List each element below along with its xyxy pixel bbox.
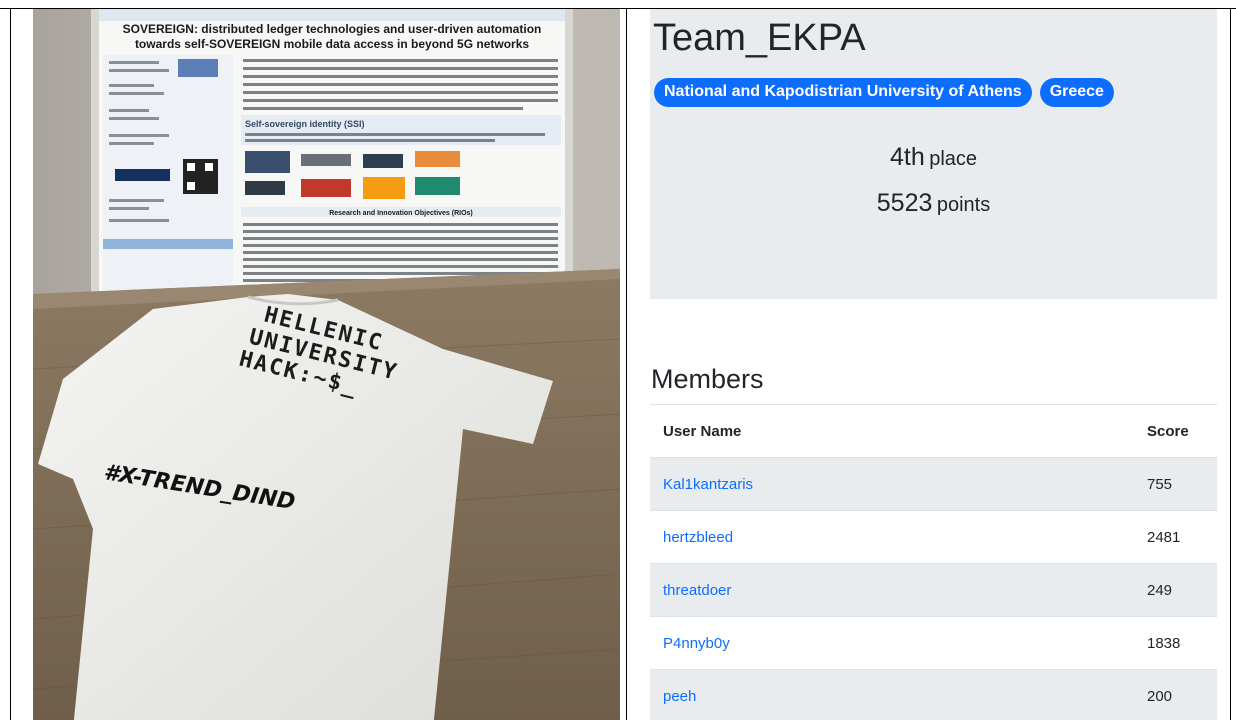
frame-middle-border: [626, 8, 627, 720]
rank-label: place: [929, 148, 978, 170]
hackathon-photo: SOVEREIGN: distributed ledger technologi…: [33, 9, 620, 720]
team-page: Team_EKPA National and Kapodistrian Univ…: [650, 9, 1217, 720]
table-row: peeh 200: [650, 669, 1217, 720]
table-row: threatdoer 249: [650, 563, 1217, 617]
country-badge: Greece: [1039, 78, 1114, 107]
members-heading: Members: [651, 364, 764, 394]
members-table: User Name Score Kal1kantzaris 755 hertzb…: [650, 404, 1217, 720]
member-username-link[interactable]: threatdoer: [650, 563, 1134, 617]
member-username-link[interactable]: peeh: [650, 669, 1134, 720]
member-score: 2481: [1134, 510, 1217, 564]
points-label: points: [936, 194, 991, 216]
photo-illustration: SOVEREIGN: distributed ledger technologi…: [33, 9, 620, 720]
team-rank: 4th place: [650, 143, 1217, 172]
member-score: 1838: [1134, 616, 1217, 670]
poster-section-title: Self-sovereign identity (SSI): [245, 119, 365, 129]
poster-title-line1: SOVEREIGN: distributed ledger technologi…: [123, 22, 542, 36]
member-score: 200: [1134, 669, 1217, 720]
frame-right-border: [1230, 8, 1231, 720]
table-row: hertzbleed 2481: [650, 510, 1217, 564]
points-value: 5523: [876, 189, 933, 217]
username-column-header: User Name: [650, 404, 1134, 458]
member-score: 755: [1134, 457, 1217, 511]
member-username-link[interactable]: Kal1kantzaris: [650, 457, 1134, 511]
team-name: Team_EKPA: [653, 17, 866, 59]
members-table-header: User Name Score: [650, 404, 1217, 458]
rank-value: 4th: [889, 143, 925, 171]
frame-left-border: [10, 8, 11, 720]
poster-title-line2: towards self-SOVEREIGN mobile data acces…: [135, 37, 529, 51]
table-row: Kal1kantzaris 755: [650, 457, 1217, 511]
member-username-link[interactable]: hertzbleed: [650, 510, 1134, 564]
table-row: P4nnyb0y 1838: [650, 616, 1217, 670]
score-column-header: Score: [1134, 404, 1217, 458]
university-badge: National and Kapodistrian University of …: [654, 78, 1032, 107]
team-badges: National and Kapodistrian University of …: [654, 78, 1114, 107]
poster-objectives-title: Research and Innovation Objectives (RIOs…: [329, 210, 473, 217]
team-points: 5523 points: [650, 189, 1217, 218]
team-header: Team_EKPA National and Kapodistrian Univ…: [650, 9, 1217, 299]
member-score: 249: [1134, 563, 1217, 617]
member-username-link[interactable]: P4nnyb0y: [650, 616, 1134, 670]
